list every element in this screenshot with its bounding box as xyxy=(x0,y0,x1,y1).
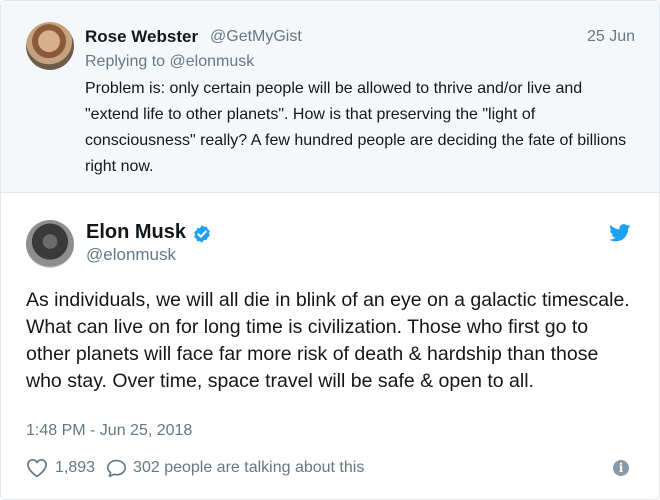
reply-date[interactable]: 25 Jun xyxy=(587,28,635,46)
verified-badge-icon xyxy=(194,225,210,243)
like-count[interactable]: 1,893 xyxy=(55,459,95,477)
main-author-handle[interactable]: @elonmusk xyxy=(86,245,176,265)
reply-author-handle[interactable]: @GetMyGist xyxy=(210,28,302,46)
info-icon[interactable]: i xyxy=(613,460,629,476)
heart-icon[interactable] xyxy=(26,458,48,478)
conversation-count[interactable]: 302 people are talking about this xyxy=(133,459,364,477)
tweet-timestamp[interactable]: 1:48 PM - Jun 25, 2018 xyxy=(26,422,192,440)
reply-tweet[interactable]: Rose Webster @GetMyGist 25 Jun Replying … xyxy=(1,1,659,193)
reply-tweet-text: Problem is: only certain people will be … xyxy=(85,80,627,175)
reply-author-name[interactable]: Rose Webster xyxy=(85,27,198,47)
rose-webster-avatar[interactable] xyxy=(26,22,74,70)
main-tweet-text: As individuals, we will all die in blink… xyxy=(26,289,630,392)
tweet-card: Rose Webster @GetMyGist 25 Jun Replying … xyxy=(0,0,660,500)
reply-icon[interactable] xyxy=(106,458,127,478)
elon-musk-avatar[interactable] xyxy=(26,220,74,268)
tweet-actions: 1,893 302 people are talking about this xyxy=(26,457,364,479)
twitter-bird-icon[interactable] xyxy=(609,224,631,242)
main-author-name[interactable]: Elon Musk xyxy=(86,221,186,244)
replying-to-label[interactable]: Replying to @elonmusk xyxy=(85,53,254,71)
